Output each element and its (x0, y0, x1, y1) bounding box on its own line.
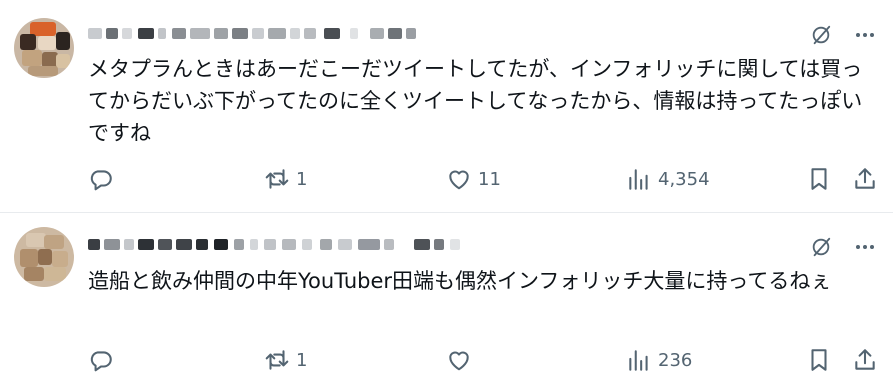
bookmark-icon (811, 349, 827, 371)
like-button[interactable] (446, 345, 478, 375)
share-icon (855, 168, 875, 189)
heart-icon (449, 170, 469, 190)
reply-button[interactable] (88, 345, 120, 375)
retweet-count: 1 (296, 168, 308, 190)
heart-icon (449, 351, 469, 371)
share-button[interactable] (852, 164, 878, 194)
like-count: 11 (478, 168, 501, 190)
views-icon (629, 350, 648, 371)
tweet-text: メタプラんときはあーだこーだツイートしてたが、インフォリッチに関しては買ってから… (88, 57, 863, 145)
retweet-icon (265, 350, 289, 370)
retweet-count: 1 (296, 349, 308, 371)
avatar[interactable] (14, 227, 74, 287)
view-count: 4,354 (658, 168, 710, 190)
tweet-actions: 1 11 4,354 (88, 164, 888, 194)
bookmark-button[interactable] (806, 345, 832, 375)
reply-icon (90, 351, 112, 372)
share-icon (855, 349, 875, 370)
retweet-button[interactable]: 1 (264, 345, 307, 375)
retweet-icon (265, 169, 289, 189)
bookmark-button[interactable] (806, 164, 832, 194)
blurred-user-name[interactable] (88, 24, 418, 44)
grok-icon[interactable] (810, 24, 832, 46)
blurred-user-name[interactable] (88, 235, 468, 255)
bookmark-icon (811, 168, 827, 190)
reply-icon (90, 170, 112, 191)
view-count: 236 (658, 349, 693, 371)
more-icon[interactable] (850, 24, 880, 46)
more-icon[interactable] (850, 236, 880, 258)
views-button[interactable]: 4,354 (626, 164, 710, 194)
tweet[interactable]: 造船と飲み仲間の中年YouTuber田端も偶然インフォリッチ大量に持ってるねぇ … (0, 213, 893, 386)
views-button[interactable]: 236 (626, 345, 692, 375)
avatar[interactable] (14, 18, 74, 78)
reply-button[interactable] (88, 164, 120, 194)
tweet-text: 造船と飲み仲間の中年YouTuber田端も偶然インフォリッチ大量に持ってるねぇ (88, 269, 832, 293)
tweet[interactable]: メタプラんときはあーだこーだツイートしてたが、インフォリッチに関しては買ってから… (0, 0, 893, 213)
tweet-actions: 1 236 (88, 345, 888, 375)
like-button[interactable]: 11 (446, 164, 501, 194)
share-button[interactable] (852, 345, 878, 375)
grok-icon[interactable] (810, 236, 832, 258)
retweet-button[interactable]: 1 (264, 164, 307, 194)
views-icon (629, 169, 648, 190)
